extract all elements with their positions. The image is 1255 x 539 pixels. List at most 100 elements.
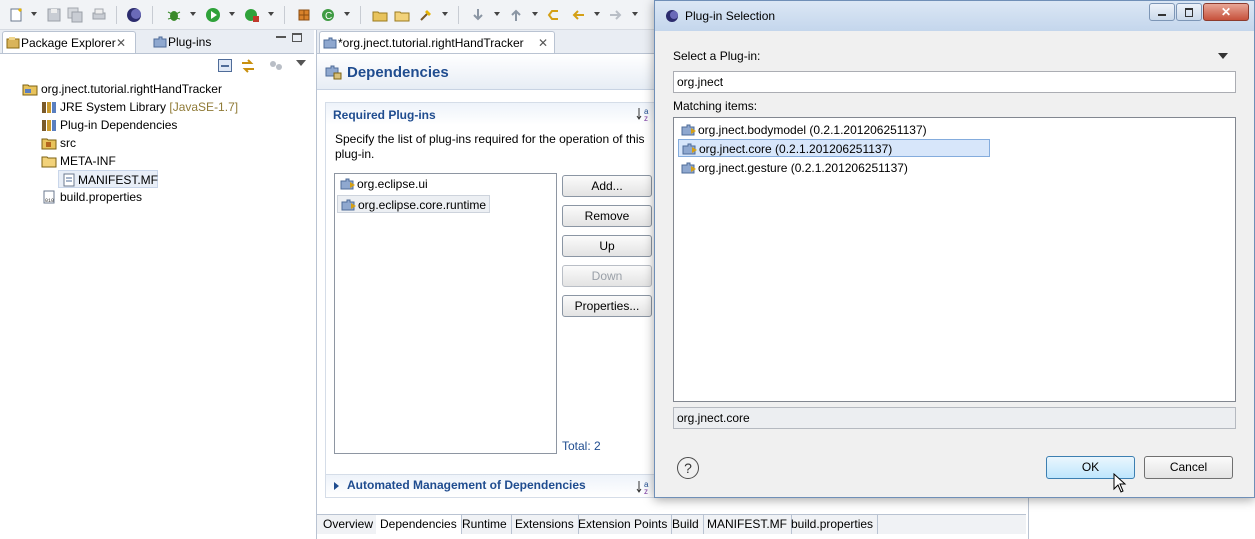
new-class-icon[interactable]: C [320, 7, 336, 23]
save-icon[interactable] [46, 7, 62, 23]
select-plugin-label: Select a Plug-in: [673, 49, 761, 63]
minimize-view-icon[interactable] [276, 36, 286, 38]
tab-dependencies[interactable]: Dependencies [376, 515, 462, 534]
source-folder-icon [41, 136, 57, 150]
jre-version-suffix: [JavaSE-1.7] [169, 100, 239, 114]
tab-plug-ins-label: Plug-ins [168, 35, 212, 49]
outline-view-area [1028, 498, 1255, 539]
close-icon[interactable]: ✕ [116, 32, 126, 54]
open-folder-icon[interactable] [394, 7, 410, 23]
tab-extension-points[interactable]: Extension Points [574, 515, 673, 534]
editor-page-tabs: Overview Dependencies Runtime Extensions… [317, 514, 1026, 534]
tab-manifest-editor[interactable]: *org.jnect.tutorial.rightHandTracker ✕ [319, 31, 555, 53]
required-plugins-section: Required Plug-ins az Specify the list of… [325, 102, 665, 476]
external-tools-icon[interactable] [244, 7, 260, 23]
tab-overview[interactable]: Overview [319, 515, 379, 534]
folder-open-icon [41, 154, 57, 168]
matching-items-label: Matching items: [673, 99, 758, 113]
plugin-selection-dialog: Plug-in Selection ✕ Select a Plug-in: or… [654, 0, 1255, 498]
dialog-title: Plug-in Selection [685, 9, 776, 23]
last-edit-icon[interactable] [546, 7, 562, 23]
minimize-button[interactable] [1149, 3, 1175, 21]
section-title: Required Plug-ins [333, 108, 436, 122]
link-with-editor-icon[interactable] [240, 58, 256, 74]
remove-button[interactable]: Remove [562, 205, 652, 227]
properties-file-icon: 010 [41, 190, 57, 204]
selection-status: org.jnect.core [673, 407, 1236, 429]
add-button[interactable]: Add... [562, 175, 652, 197]
automated-management-section[interactable]: Automated Management of Dependencies az [325, 474, 665, 498]
list-item[interactable]: org.jnect.gesture (0.2.1.201206251137) [678, 159, 908, 177]
expand-chevron-icon[interactable] [334, 482, 339, 490]
view-menu-icon[interactable] [296, 60, 306, 66]
print-icon[interactable] [91, 7, 107, 23]
sort-icon[interactable]: az [636, 479, 654, 495]
tab-build-properties[interactable]: build.properties [787, 515, 879, 534]
save-all-icon[interactable] [67, 7, 83, 23]
list-item-selected[interactable]: org.jnect.core (0.2.1.201206251137) [678, 139, 990, 157]
down-button[interactable]: Down [562, 265, 652, 287]
project-folder-icon [22, 82, 38, 96]
filter-input[interactable]: org.jnect [673, 71, 1236, 93]
open-type-icon[interactable] [372, 7, 388, 23]
plugin-icon [682, 142, 698, 156]
maximize-button[interactable] [1176, 3, 1202, 21]
up-button[interactable]: Up [562, 235, 652, 257]
tab-plug-ins[interactable]: Plug-ins [150, 31, 230, 53]
svg-text:010: 010 [45, 198, 54, 204]
plugin-icon [340, 177, 356, 191]
cancel-button[interactable]: Cancel [1144, 456, 1233, 479]
library-icon [41, 118, 57, 132]
plugin-icon [681, 123, 697, 137]
section-title: Automated Management of Dependencies [347, 478, 586, 492]
tab-package-explorer[interactable]: Package Explorer ✕ [2, 31, 136, 53]
plugin-icon [153, 35, 167, 49]
prev-annotation-icon[interactable] [508, 7, 524, 23]
next-annotation-icon[interactable] [470, 7, 486, 23]
package-explorer-icon [6, 36, 20, 50]
required-plugins-list[interactable]: org.eclipse.ui org.eclipse.core.runtime [334, 173, 557, 454]
tab-extensions[interactable]: Extensions [511, 515, 579, 534]
filter-icon[interactable] [268, 58, 284, 74]
sort-icon[interactable]: az [636, 106, 654, 122]
properties-button[interactable]: Properties... [562, 295, 652, 317]
mouse-cursor-icon [1113, 473, 1127, 493]
eclipse-icon[interactable] [126, 7, 142, 23]
tab-manifest-mf[interactable]: MANIFEST.MF [703, 515, 792, 534]
tree-item-manifest[interactable]: MANIFEST.MF [58, 170, 158, 188]
dialog-menu-icon[interactable] [1218, 53, 1228, 59]
search-task-icon[interactable] [418, 7, 434, 23]
debug-icon[interactable] [166, 7, 182, 23]
close-button[interactable]: ✕ [1203, 3, 1249, 21]
main-toolbar: C [0, 0, 660, 30]
explorer-tab-strip: Package Explorer ✕ Plug-ins [0, 30, 314, 54]
section-description: Specify the list of plug-ins required fo… [335, 132, 645, 161]
matching-items-list[interactable]: org.jnect.bodymodel (0.2.1.201206251137)… [673, 117, 1236, 402]
forward-icon[interactable] [608, 7, 624, 23]
svg-text:z: z [644, 114, 648, 122]
tab-runtime[interactable]: Runtime [458, 515, 512, 534]
package-explorer-tree: org.jnect.tutorial.rightHandTracker JRE … [0, 78, 314, 539]
list-item[interactable]: org.eclipse.ui [337, 175, 428, 193]
dialog-titlebar: Plug-in Selection ✕ [655, 1, 1254, 31]
new-package-icon[interactable] [296, 7, 312, 23]
plugin-manifest-icon [323, 36, 337, 50]
manifest-file-icon [61, 173, 77, 187]
page-title: Dependencies [347, 64, 449, 81]
new-icon[interactable] [8, 7, 24, 23]
editor-tab-label: *org.jnect.tutorial.rightHandTracker [338, 36, 524, 50]
tab-build[interactable]: Build [668, 515, 704, 534]
close-icon[interactable]: ✕ [538, 32, 548, 54]
plugin-icon [341, 198, 357, 212]
library-icon [41, 100, 57, 114]
total-count: Total: 2 [562, 439, 601, 453]
collapse-all-icon[interactable] [218, 59, 232, 72]
tab-package-explorer-label: Package Explorer [21, 36, 116, 50]
list-item[interactable]: org.eclipse.core.runtime [337, 195, 491, 213]
maximize-view-icon[interactable] [292, 33, 302, 42]
help-icon[interactable]: ? [677, 457, 699, 479]
eclipse-icon [665, 9, 679, 23]
list-item[interactable]: org.jnect.bodymodel (0.2.1.201206251137) [678, 121, 927, 139]
run-icon[interactable] [205, 7, 221, 23]
back-icon[interactable] [570, 7, 586, 23]
